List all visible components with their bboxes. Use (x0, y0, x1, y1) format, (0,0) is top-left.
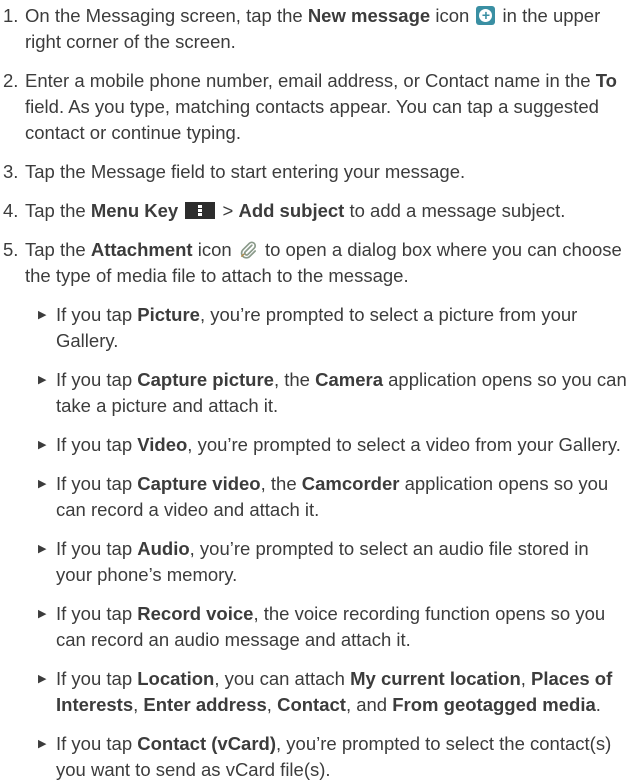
step-1: 1. On the Messaging screen, tap the New … (0, 3, 639, 55)
step-3: 3. Tap the Message field to start enteri… (0, 159, 639, 185)
step-text: Tap the Menu Key > Add subject to add a … (25, 200, 566, 221)
step-4: 4. Tap the Menu Key > Add subject to add… (0, 198, 639, 224)
step-number: 5. (3, 239, 19, 260)
menu-key-icon (185, 202, 216, 219)
step-text: Tap the Attachment icon to open a dialog… (25, 239, 622, 286)
menu-key-label: Menu Key (90, 200, 179, 221)
list-item-record-voice: ▶ If you tap Record voice, the voice rec… (0, 601, 639, 653)
bullet-arrow-icon: ▶ (38, 374, 47, 386)
list-item-text: If you tap Capture picture, the Camera a… (56, 369, 627, 416)
step-number: 4. (3, 200, 19, 221)
step-number: 1. (3, 5, 19, 26)
bullet-arrow-icon: ▶ (38, 608, 47, 620)
list-item-text: If you tap Picture, you’re prompted to s… (56, 304, 578, 351)
to-field-label: To (595, 70, 617, 91)
list-item-capture-picture: ▶ If you tap Capture picture, the Camera… (0, 367, 639, 419)
step-text: Tap the Message field to start entering … (25, 161, 466, 182)
attachment-label: Attachment (90, 239, 193, 260)
step-text: Enter a mobile phone number, email addre… (25, 70, 617, 143)
list-item-text: If you tap Contact (vCard), you’re promp… (56, 733, 612, 780)
paperclip-icon (240, 241, 256, 259)
step-number: 3. (3, 161, 19, 182)
list-item-picture: ▶ If you tap Picture, you’re prompted to… (0, 302, 639, 354)
step-2: 2. Enter a mobile phone number, email ad… (0, 68, 639, 146)
list-item-contact-vcard: ▶ If you tap Contact (vCard), you’re pro… (0, 731, 639, 783)
new-message-label: New message (307, 5, 431, 26)
list-item-text: If you tap Audio, you’re prompted to sel… (56, 538, 589, 585)
bullet-arrow-icon: ▶ (38, 309, 47, 321)
list-item-text: If you tap Video, you’re prompted to sel… (56, 434, 621, 455)
bullet-arrow-icon: ▶ (38, 543, 47, 555)
step-number: 2. (3, 70, 19, 91)
bullet-arrow-icon: ▶ (38, 738, 47, 750)
list-item-text: If you tap Record voice, the voice recor… (56, 603, 606, 650)
instructions-page: 1. On the Messaging screen, tap the New … (0, 0, 639, 780)
step-text: On the Messaging screen, tap the New mes… (25, 3, 627, 55)
new-message-icon (476, 6, 496, 25)
bullet-arrow-icon: ▶ (38, 673, 47, 685)
list-item-capture-video: ▶ If you tap Capture video, the Camcorde… (0, 471, 639, 523)
bullet-arrow-icon: ▶ (38, 439, 47, 451)
step-5: 5. Tap the Attachment icon to open a dia… (0, 237, 639, 289)
add-subject-label: Add subject (238, 200, 345, 221)
list-item-video: ▶ If you tap Video, you’re prompted to s… (0, 432, 639, 458)
list-item-text: If you tap Capture video, the Camcorder … (56, 473, 609, 520)
bullet-arrow-icon: ▶ (38, 478, 47, 490)
list-item-text: If you tap Location, you can attach My c… (56, 668, 613, 715)
list-item-location: ▶ If you tap Location, you can attach My… (0, 666, 639, 718)
list-item-audio: ▶ If you tap Audio, you’re prompted to s… (0, 536, 639, 588)
